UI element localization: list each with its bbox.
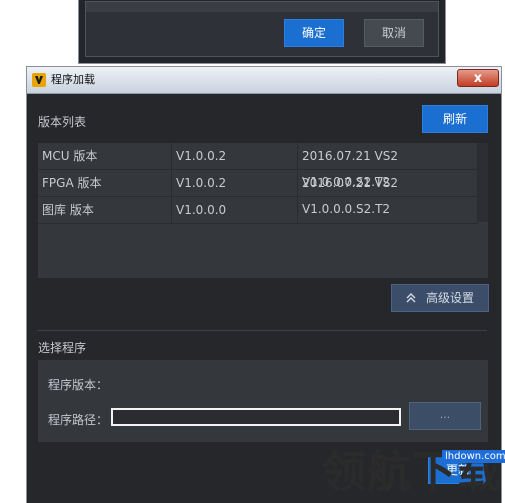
program-select-title: 选择程序 [38,341,87,355]
program-load-window: 程序加载 x 版本列表 刷新 MCU 版本 V1.0.0.2 2016.07.2… [26,66,502,503]
row-name: 图库 版本 [38,197,172,223]
row-detail [298,197,478,223]
row-version: V1.0.0.2 [172,143,298,169]
screenshot-page: 确定 取消 程序加载 x 版本列表 刷新 MCU 版本 V1.0.0.2 201… [0,0,505,503]
table-row[interactable]: FPGA 版本 V1.0.0.2 2016.07.21 VS2 V1.0.0.0… [38,170,478,216]
advanced-settings-button[interactable]: 高级设置 [391,284,489,312]
app-logo-icon [32,73,46,87]
row-name: FPGA 版本 [38,170,172,196]
table-row[interactable]: 图库 版本 V1.0.0.0 [38,197,478,224]
table-scrollbar[interactable] [478,143,488,222]
confirm-button[interactable]: 确定 [284,19,344,47]
window-title: 程序加载 [51,73,95,86]
table-row[interactable]: MCU 版本 V1.0.0.2 2016.07.21 VS2 V1.0.0.0.… [38,143,478,189]
version-list-title: 版本列表 [38,115,87,129]
chevron-up-icon [406,293,416,303]
program-path-label: 程序路径： [48,413,109,427]
background-dialog: 确定 取消 [78,0,446,64]
close-button[interactable]: x [457,69,499,87]
section-divider [37,330,487,331]
program-version-label: 程序版本： [48,378,109,392]
program-select-panel: 程序版本： 程序路径： ... [38,360,488,442]
row-detail: 2016.07.21 VS2 V1.0.0.0.S2.T2 [298,170,478,216]
row-name: MCU 版本 [38,143,172,169]
window-body: 版本列表 刷新 MCU 版本 V1.0.0.2 2016.07.21 VS2 V… [27,94,501,503]
browse-button[interactable]: ... [409,402,481,430]
refresh-button[interactable]: 刷新 [422,105,488,133]
row-detail: 2016.07.21 VS2 V1.0.0.0.S2.T2 [298,143,478,189]
version-table: MCU 版本 V1.0.0.2 2016.07.21 VS2 V1.0.0.0.… [38,143,488,278]
row-version: V1.0.0.2 [172,170,298,196]
row-version: V1.0.0.0 [172,197,298,223]
background-dialog-body: 确定 取消 [85,1,439,57]
program-path-input[interactable] [111,408,401,426]
background-dialog-strip [86,2,438,12]
cancel-button[interactable]: 取消 [364,19,424,47]
watermark-site: lhdown.com [442,450,505,463]
title-bar[interactable]: 程序加载 x [27,67,501,94]
advanced-settings-label: 高级设置 [425,291,474,305]
